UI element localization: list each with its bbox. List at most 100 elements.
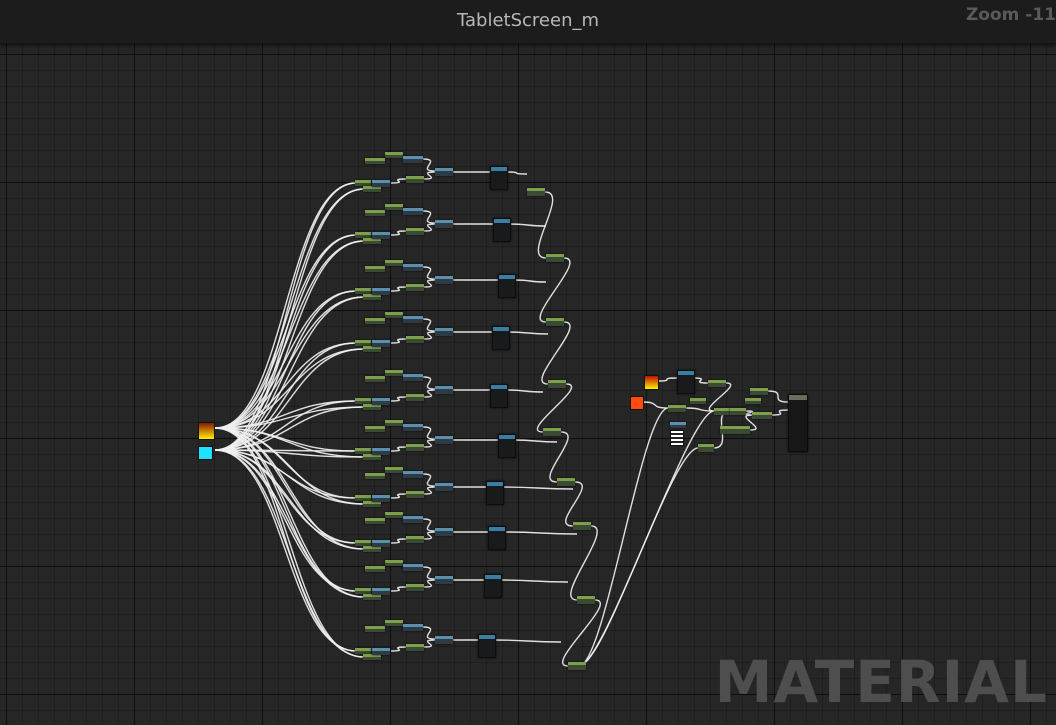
math-node[interactable]	[403, 264, 423, 271]
math-node[interactable]	[403, 471, 423, 478]
stripe-texture-node[interactable]	[670, 430, 684, 446]
node-wire	[423, 331, 436, 340]
texture-sampler-node[interactable]	[478, 634, 496, 658]
math-node[interactable]	[372, 448, 390, 455]
constant-node[interactable]	[385, 420, 403, 426]
constant-node[interactable]	[365, 376, 385, 382]
math-node[interactable]	[372, 588, 390, 595]
lerp-node[interactable]	[720, 426, 750, 434]
texture-sampler-node-header	[499, 435, 515, 439]
add-node[interactable]	[406, 228, 424, 235]
math-node[interactable]	[670, 422, 686, 428]
multiply-node[interactable]	[435, 436, 453, 444]
math-node[interactable]	[372, 180, 390, 187]
constant-node[interactable]	[365, 473, 385, 479]
add-node[interactable]	[406, 336, 424, 343]
constant-node[interactable]	[385, 204, 403, 210]
constant-node[interactable]	[385, 467, 403, 473]
constant-node[interactable]	[385, 260, 403, 266]
texture-sampler-node[interactable]	[498, 274, 516, 298]
math-node[interactable]	[372, 340, 390, 347]
constant-node[interactable]	[745, 398, 761, 404]
math-node[interactable]	[403, 374, 423, 381]
texture-sampler-node[interactable]	[486, 481, 504, 505]
math-node[interactable]	[403, 156, 423, 163]
constant-node[interactable]	[365, 318, 385, 324]
constant-node[interactable]	[385, 152, 403, 158]
multiply-node[interactable]	[435, 636, 453, 644]
math-node[interactable]	[372, 398, 390, 405]
multiply-node[interactable]	[435, 328, 453, 336]
texture-sampler-node[interactable]	[488, 526, 506, 550]
constant-node[interactable]	[365, 426, 385, 432]
constant-node[interactable]	[385, 560, 403, 566]
lerp-node[interactable]	[730, 408, 746, 415]
texture-sampler-node[interactable]	[498, 434, 516, 458]
multiply-node[interactable]	[435, 386, 453, 394]
lerp-node[interactable]	[546, 318, 564, 326]
texture-sampler-node[interactable]	[492, 326, 510, 350]
add-node[interactable]	[406, 176, 424, 183]
constant-node[interactable]	[365, 626, 385, 632]
add-node[interactable]	[406, 644, 424, 651]
add-node[interactable]	[406, 394, 424, 401]
lerp-node[interactable]	[568, 662, 586, 670]
texture-sampler-node[interactable]	[493, 218, 511, 242]
math-node[interactable]	[403, 424, 423, 431]
texture-sampler-node[interactable]	[484, 574, 502, 598]
add-node[interactable]	[668, 405, 686, 412]
multiply-node[interactable]	[435, 276, 453, 284]
constant-node[interactable]	[365, 266, 385, 272]
cyan-color-node[interactable]	[198, 446, 213, 460]
constant-node[interactable]	[385, 370, 403, 376]
gradient-texture-node[interactable]	[198, 422, 215, 440]
multiply-node[interactable]	[435, 528, 453, 536]
add-node[interactable]	[406, 584, 424, 591]
add-node[interactable]	[752, 412, 772, 419]
math-node[interactable]	[403, 564, 423, 571]
math-node[interactable]	[403, 624, 423, 631]
add-node[interactable]	[406, 536, 424, 543]
gradient-texture-node-2[interactable]	[644, 375, 659, 390]
multiply-node[interactable]	[435, 576, 453, 584]
add-node[interactable]	[406, 284, 424, 291]
math-node[interactable]	[403, 208, 423, 215]
lerp-node[interactable]	[577, 596, 595, 604]
constant-node[interactable]	[385, 512, 403, 518]
multiply-node[interactable]	[435, 168, 453, 176]
add-node[interactable]	[406, 444, 424, 451]
constant-node[interactable]	[365, 518, 385, 524]
multiply-node[interactable]	[435, 220, 453, 228]
material-output-node[interactable]	[788, 394, 808, 452]
math-node[interactable]	[403, 316, 423, 323]
math-node[interactable]	[372, 495, 390, 502]
math-node[interactable]	[372, 540, 390, 547]
constant-node[interactable]	[690, 398, 706, 404]
math-node[interactable]	[372, 232, 390, 239]
constant-node[interactable]	[365, 566, 385, 572]
texture-sampler-node[interactable]	[490, 166, 508, 190]
lerp-node[interactable]	[698, 444, 714, 452]
lerp-node[interactable]	[557, 478, 575, 486]
texture-sampler-node[interactable]	[677, 370, 695, 394]
lerp-node[interactable]	[714, 408, 730, 415]
constant-node[interactable]	[385, 620, 403, 626]
lerp-node[interactable]	[573, 522, 591, 530]
multiply-node[interactable]	[750, 388, 768, 395]
constant-node[interactable]	[365, 210, 385, 216]
multiply-node[interactable]	[435, 483, 453, 491]
constant-node[interactable]	[365, 158, 385, 164]
math-node[interactable]	[403, 516, 423, 523]
math-node[interactable]	[372, 648, 390, 655]
math-node[interactable]	[372, 288, 390, 295]
multiply-node[interactable]	[708, 380, 726, 387]
lerp-node[interactable]	[543, 428, 561, 436]
constant-node[interactable]	[385, 312, 403, 318]
lerp-node[interactable]	[546, 254, 564, 262]
node-wire	[390, 396, 407, 402]
texture-sampler-node[interactable]	[490, 384, 508, 408]
lerp-node[interactable]	[548, 380, 566, 388]
add-node[interactable]	[406, 491, 424, 498]
lerp-node[interactable]	[527, 188, 545, 196]
orange-color-node[interactable]	[630, 396, 644, 410]
